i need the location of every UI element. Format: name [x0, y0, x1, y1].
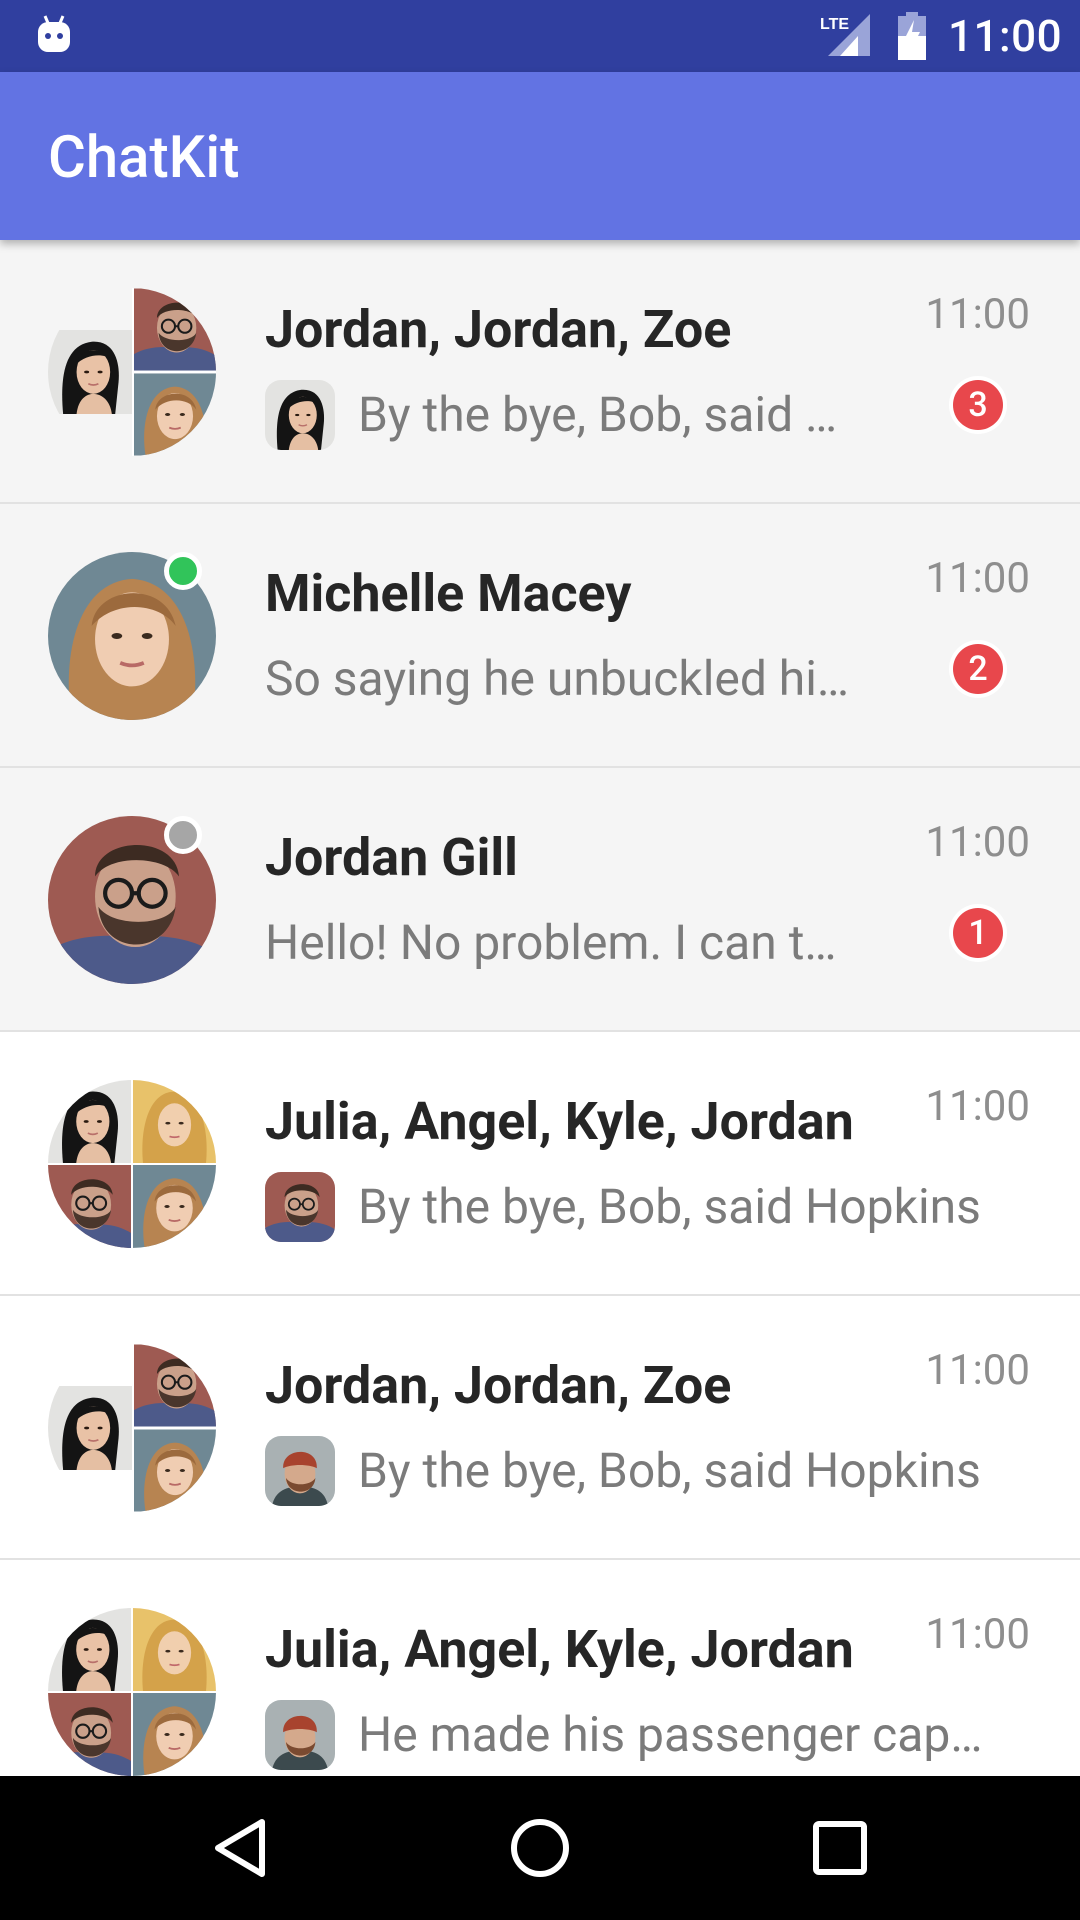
message-author-avatar	[265, 1436, 335, 1506]
status-clock: 11:00	[948, 10, 1063, 62]
home-icon[interactable]	[504, 1812, 576, 1884]
dialog-name: Michelle Macey	[265, 563, 632, 624]
dialog-row[interactable]: Jordan Gill 11:00 Hello! No problem. I c…	[0, 768, 1080, 1032]
dialog-time: 11:00	[925, 1346, 1030, 1395]
dialog-row[interactable]: Jordan, Jordan, Zoe 11:00 By the bye, Bo…	[0, 240, 1080, 504]
dialog-list[interactable]: Jordan, Jordan, Zoe 11:00 By the bye, Bo…	[0, 240, 1080, 1776]
unread-badge: 3	[953, 380, 1003, 430]
group-avatar	[48, 1344, 216, 1512]
dialog-last-message: Hello! No problem. I can t…	[265, 914, 837, 971]
dialog-last-message: So saying he unbuckled hi…	[265, 650, 850, 707]
dialog-row[interactable]: Julia, Angel, Kyle, Jordan 11:00 He made…	[0, 1560, 1080, 1776]
group-avatar	[48, 1608, 216, 1776]
lte-signal-icon: LTE	[820, 14, 870, 56]
dialog-time: 11:00	[925, 554, 1030, 603]
android-debug-icon	[38, 15, 70, 52]
dialog-last-message: By the bye, Bob, said Hopkins	[358, 1178, 981, 1235]
dialog-name: Julia, Angel, Kyle, Jordan	[265, 1619, 854, 1680]
offline-status-indicator	[164, 816, 202, 854]
message-author-avatar	[265, 1700, 335, 1770]
battery-charging-icon	[898, 12, 926, 60]
dialog-name: Julia, Angel, Kyle, Jordan	[265, 1091, 854, 1152]
status-bar: LTE 11:00	[0, 0, 1080, 72]
app-bar: ChatKit	[0, 72, 1080, 240]
back-icon[interactable]	[204, 1812, 276, 1884]
dialog-row[interactable]: Julia, Angel, Kyle, Jordan 11:00 By the …	[0, 1032, 1080, 1296]
group-avatar	[48, 288, 216, 456]
unread-badge: 2	[953, 644, 1003, 694]
dialog-last-message: He made his passenger cap…	[358, 1706, 983, 1763]
group-avatar	[48, 1080, 216, 1248]
dialog-row[interactable]: Michelle Macey 11:00 So saying he unbuck…	[0, 504, 1080, 768]
dialog-name: Jordan, Jordan, Zoe	[265, 1355, 732, 1416]
dialog-row[interactable]: Jordan, Jordan, Zoe 11:00 By the bye, Bo…	[0, 1296, 1080, 1560]
message-author-avatar	[265, 380, 335, 450]
message-author-avatar	[265, 1172, 335, 1242]
dialog-name: Jordan, Jordan, Zoe	[265, 299, 732, 360]
app-title: ChatKit	[48, 124, 240, 192]
dialog-last-message: By the bye, Bob, said …	[358, 386, 838, 443]
dialog-name: Jordan Gill	[265, 827, 518, 888]
navigation-bar	[0, 1776, 1080, 1920]
dialog-time: 11:00	[925, 1610, 1030, 1659]
dialog-time: 11:00	[925, 1082, 1030, 1131]
dialog-last-message: By the bye, Bob, said Hopkins	[358, 1442, 981, 1499]
recents-icon[interactable]	[804, 1812, 876, 1884]
online-status-indicator	[164, 552, 202, 590]
dialog-time: 11:00	[925, 818, 1030, 867]
unread-badge: 1	[953, 908, 1003, 958]
svg-text:LTE: LTE	[820, 16, 849, 33]
dialog-time: 11:00	[925, 290, 1030, 339]
